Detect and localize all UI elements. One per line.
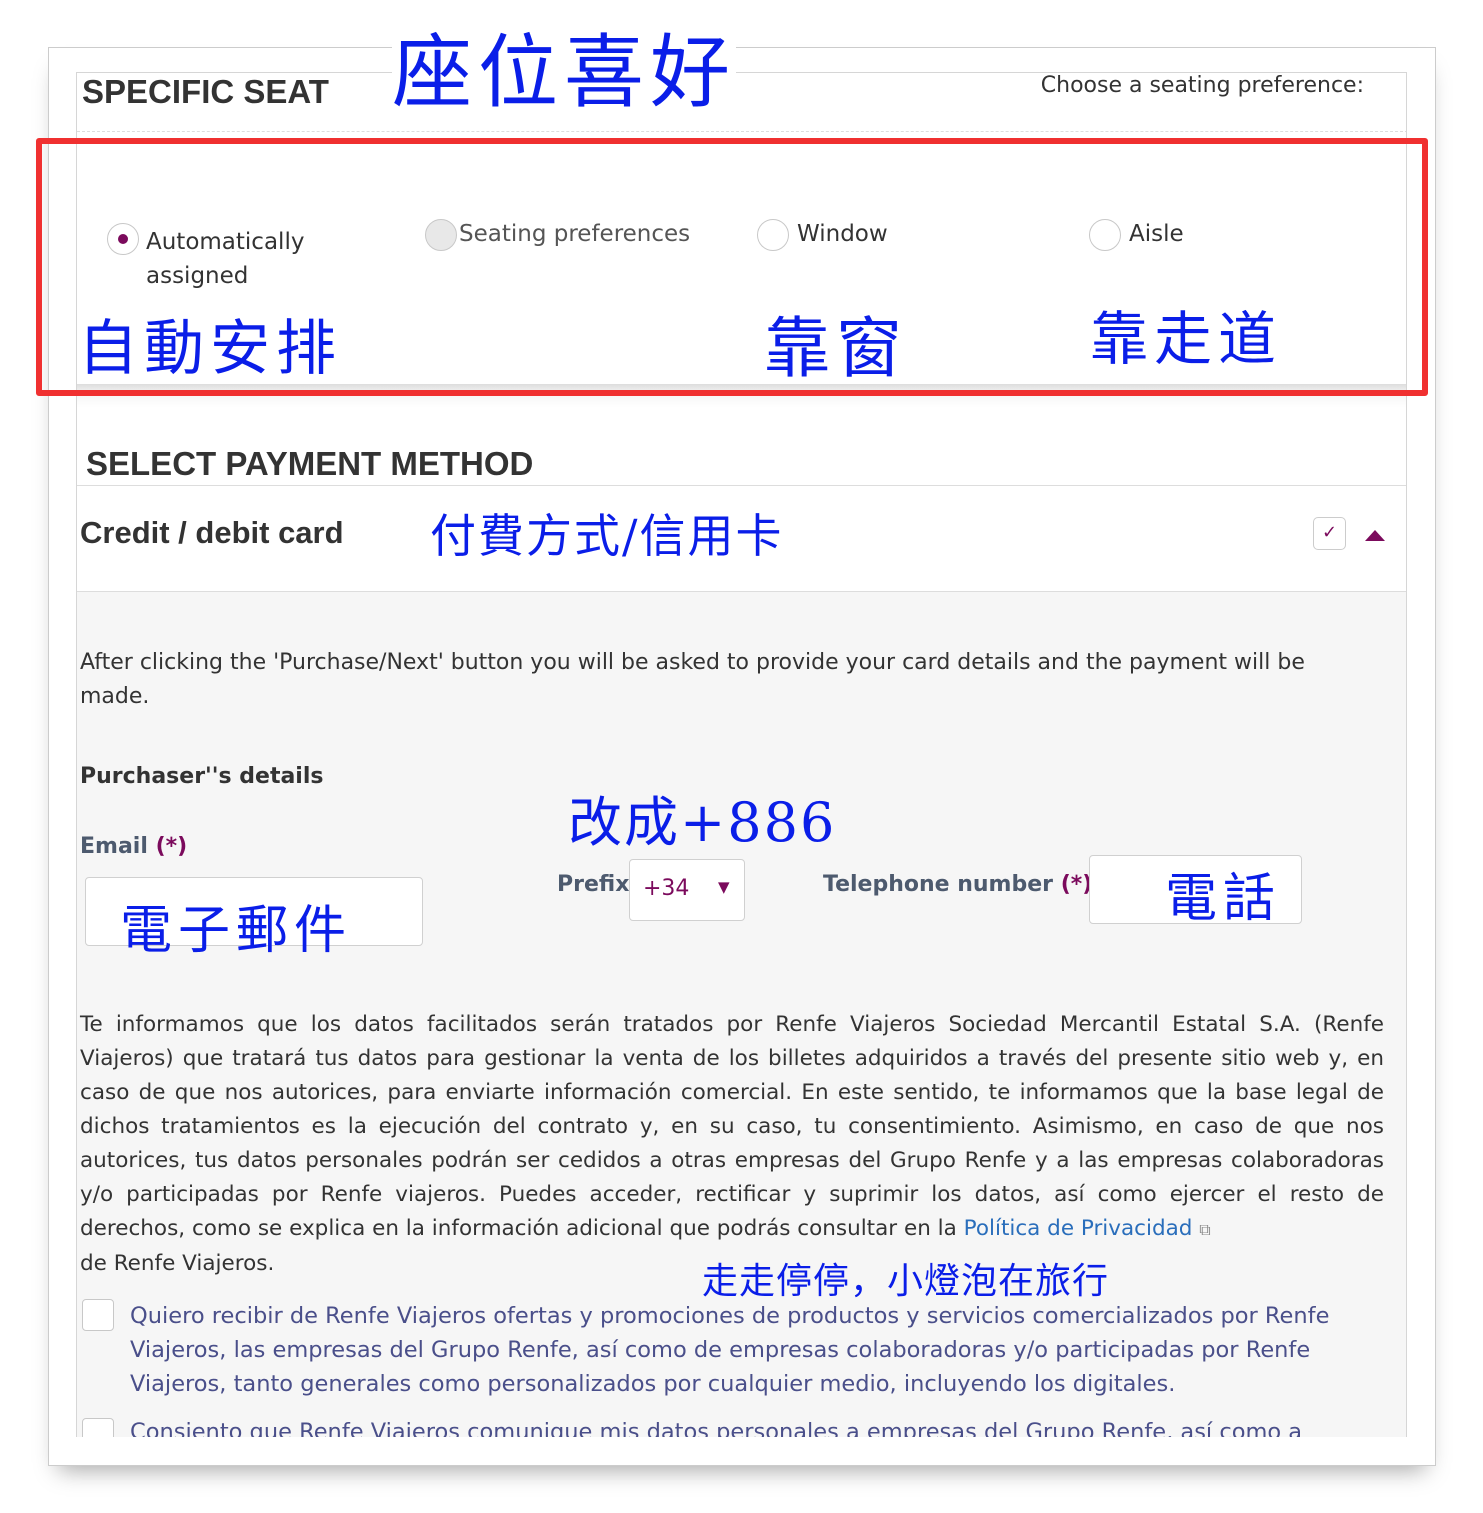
payment-method-card[interactable]: Credit / debit card — [80, 515, 344, 551]
prefix-value: +34 — [643, 876, 690, 901]
annotation-auto: 自動安排 — [78, 314, 342, 384]
annotation-card: 付費方式/信用卡 — [430, 509, 784, 563]
seat-title: SPECIFIC SEAT — [82, 73, 329, 110]
prefix-select[interactable]: +34 ▼ — [629, 859, 745, 921]
consent-share-checkbox[interactable] — [82, 1418, 114, 1437]
annotation-seat: 座位喜好 — [392, 8, 736, 124]
consent-share-label: Consiento que Renfe Viajeros comunique m… — [130, 1419, 1303, 1437]
dropdown-arrow-icon: ▼ — [718, 878, 730, 896]
privacy-policy-link[interactable]: Política de Privacidad — [964, 1216, 1193, 1241]
card-checkbox-check-icon[interactable]: ✓ — [1313, 517, 1346, 550]
external-link-icon: ⧉ — [1199, 1220, 1211, 1239]
privacy-text: Te informamos que los datos facilitados … — [80, 1012, 1384, 1276]
annotation-prefix: 改成+886 — [568, 791, 837, 854]
divider — [77, 485, 1406, 486]
seat-prompt: Choose a seating preference: — [1040, 73, 1364, 98]
payment-title: SELECT PAYMENT METHOD — [86, 445, 534, 482]
divider — [77, 131, 1406, 132]
annotation-watermark: 走走停停，小燈泡在旅行 — [702, 1261, 1110, 1302]
email-label: Email (*) — [80, 834, 188, 859]
prefix-label: Prefix — [557, 872, 630, 897]
annotation-aisle: 靠走道 — [1090, 305, 1283, 373]
card-info-text: After clicking the 'Purchase/Next' butto… — [80, 650, 1305, 709]
annotation-window: 靠窗 — [764, 310, 908, 387]
consent-offers-label: Quiero recibir de Renfe Viajeros ofertas… — [130, 1303, 1330, 1397]
phone-label: Telephone number (*) — [823, 872, 1093, 897]
collapse-triangle-icon[interactable] — [1365, 530, 1385, 541]
consent-offers-checkbox[interactable] — [82, 1299, 114, 1331]
purchaser-title: Purchaser''s details — [80, 764, 324, 789]
annotation-email: 電子郵件 — [120, 901, 353, 961]
annotation-phone: 電話 — [1165, 869, 1282, 929]
